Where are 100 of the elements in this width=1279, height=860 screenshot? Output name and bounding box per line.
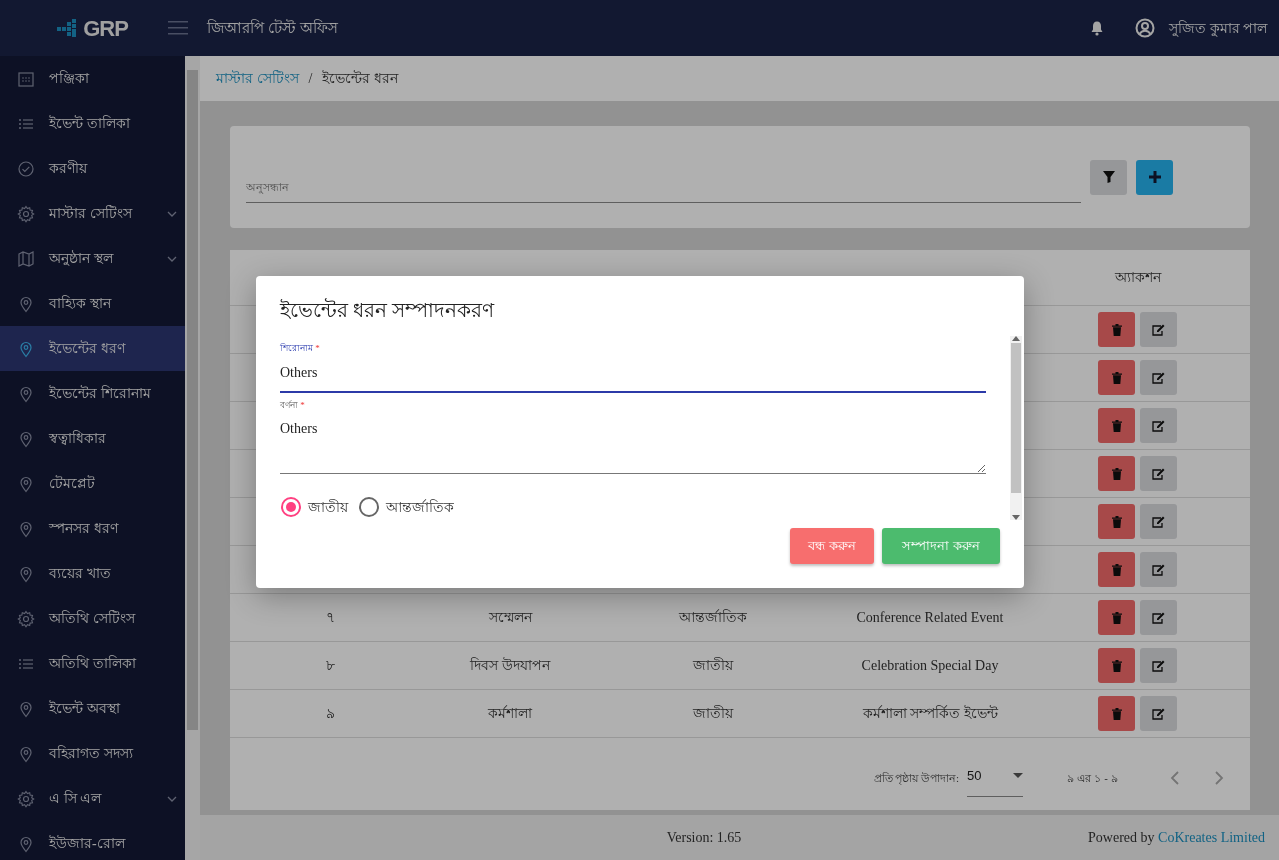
trash-icon: [1111, 563, 1122, 576]
breadcrumb-current: ইভেন্টের ধরন: [322, 69, 398, 88]
delete-button[interactable]: [1098, 360, 1135, 395]
sidebar-item[interactable]: এ সি এল: [0, 776, 185, 821]
sidebar-item[interactable]: করণীয়: [0, 146, 185, 191]
menu-icon: [168, 20, 188, 36]
trash-icon: [1111, 611, 1122, 624]
sidebar-item[interactable]: স্বত্বাধিকার: [0, 416, 185, 461]
scroll-up-icon: [1012, 336, 1020, 341]
user-name[interactable]: সুজিত কুমার পাল: [1169, 17, 1267, 39]
caret-down-icon: [1013, 773, 1024, 779]
logo-text: GRP: [83, 14, 128, 43]
settings-icon: [17, 204, 35, 223]
table-cell-text: আন্তর্জাতিক: [677, 608, 748, 627]
table-cell-text: জাতীয়: [691, 704, 735, 723]
office-name: জিআরপি টেস্ট অফিস: [207, 18, 338, 38]
delete-button[interactable]: [1098, 504, 1135, 539]
filter-button[interactable]: [1090, 159, 1127, 195]
sidebar-item[interactable]: ব্যয়ের খাত: [0, 551, 185, 596]
sidebar-item[interactable]: ইভেন্ট অবস্থা: [0, 686, 185, 731]
scrollbar[interactable]: [1010, 336, 1022, 520]
edit-button[interactable]: [1140, 456, 1177, 491]
delete-button[interactable]: [1098, 312, 1135, 347]
user-avatar-icon: [1135, 18, 1155, 38]
delete-button[interactable]: [1098, 648, 1135, 683]
sidebar-item[interactable]: ইউজার-রোল: [0, 821, 185, 860]
sidebar-item[interactable]: বহিরাগত সদস্য: [0, 731, 185, 776]
sidebar-item[interactable]: মাস্টার সেটিংস: [0, 191, 185, 236]
edit-button[interactable]: [1140, 600, 1177, 635]
edit-icon: [1152, 419, 1165, 432]
table-cell-text: ৯: [324, 705, 336, 723]
table-cell-text: Conference Related Event: [855, 609, 1005, 627]
settings-icon: [17, 789, 35, 808]
delete-button[interactable]: [1098, 696, 1135, 731]
settings-icon: [17, 609, 35, 628]
notification-button[interactable]: [1089, 19, 1105, 37]
title-field[interactable]: Others: [280, 355, 986, 393]
page-range: ৯ এর ১ - ৯: [1067, 771, 1118, 786]
delete-button[interactable]: [1098, 552, 1135, 587]
next-page-icon: [1215, 771, 1224, 786]
trash-icon: [1111, 371, 1122, 384]
delete-button[interactable]: [1098, 408, 1135, 443]
edit-icon: [1152, 467, 1165, 480]
table-cell-text: ৭: [324, 609, 336, 627]
table-cell-text: কর্মশালা: [487, 704, 534, 723]
sidebar-item[interactable]: অতিথি সেটিংস: [0, 596, 185, 641]
scrollbar[interactable]: [185, 56, 200, 860]
table-cell-text: সম্মেলন: [487, 609, 534, 627]
search-field[interactable]: অনুসন্ধান: [246, 179, 1081, 196]
location-pin-icon: [17, 339, 35, 358]
map-icon: [17, 249, 35, 268]
edit-button[interactable]: [1140, 312, 1177, 347]
edit-icon: [1152, 323, 1165, 336]
edit-button[interactable]: [1140, 504, 1177, 539]
powered-by-text: Powered by CoKreates Limited: [1088, 829, 1265, 847]
previous-page-icon: [1170, 771, 1179, 786]
version-text: Version: 1.65: [665, 829, 742, 847]
edit-icon: [1152, 515, 1165, 528]
trash-icon: [1111, 323, 1122, 336]
edit-button[interactable]: [1140, 360, 1177, 395]
sidebar-item[interactable]: ইভেন্ট তালিকা: [0, 101, 185, 146]
bell-icon: [1090, 20, 1104, 36]
dialog-title: ইভেন্টের ধরন সম্পাদনকরণ: [280, 298, 496, 322]
sidebar-item[interactable]: স্পনসর ধরণ: [0, 506, 185, 551]
edit-icon: [1152, 563, 1165, 576]
edit-button[interactable]: [1140, 552, 1177, 587]
edit-button[interactable]: [1140, 648, 1177, 683]
trash-icon: [1111, 707, 1122, 720]
scroll-down-icon: [1012, 515, 1020, 520]
table-cell-text: Celebration Special Day: [860, 657, 1000, 675]
location-pin-icon: [17, 474, 35, 493]
trash-icon: [1111, 467, 1122, 480]
sidebar-item[interactable]: অনুষ্ঠান স্থল: [0, 236, 185, 281]
field-label: বর্ণনা *: [280, 398, 306, 412]
sidebar-item[interactable]: ইভেন্টের ধরণ: [0, 326, 185, 371]
table-cell-text: কর্মশালা সম্পর্কিত ইভেন্ট: [861, 704, 999, 723]
table-cell-text: জাতীয়: [691, 656, 735, 675]
edit-icon: [1152, 659, 1165, 672]
sidebar-item[interactable]: অতিথি তালিকা: [0, 641, 185, 686]
radio-label: আন্তর্জাতিক: [386, 498, 454, 517]
add-button[interactable]: [1136, 159, 1173, 195]
sidebar-item[interactable]: ইভেন্টের শিরোনাম: [0, 371, 185, 416]
sidebar-item[interactable]: বাহ্যিক স্থান: [0, 281, 185, 326]
edit-button[interactable]: [1140, 408, 1177, 443]
delete-button[interactable]: [1098, 456, 1135, 491]
sidebar-item[interactable]: টেমপ্লেট: [0, 461, 185, 506]
edit-icon: [1152, 371, 1165, 384]
radio-button[interactable]: [358, 496, 380, 518]
description-field[interactable]: Others: [280, 412, 986, 474]
page-size-select[interactable]: 50: [967, 760, 1024, 797]
menu-button[interactable]: [167, 19, 189, 37]
sidebar-item[interactable]: পঞ্জিকা: [0, 56, 185, 101]
plus-icon: [1148, 171, 1161, 183]
table-cell-text: দিবস উদযাপন: [469, 656, 552, 675]
delete-button[interactable]: [1098, 600, 1135, 635]
edit-button[interactable]: [1140, 696, 1177, 731]
check-circle-icon: [17, 159, 35, 178]
breadcrumb-separator: /: [308, 70, 313, 88]
location-pin-icon: [17, 519, 35, 538]
radio-button[interactable]: [280, 496, 302, 518]
